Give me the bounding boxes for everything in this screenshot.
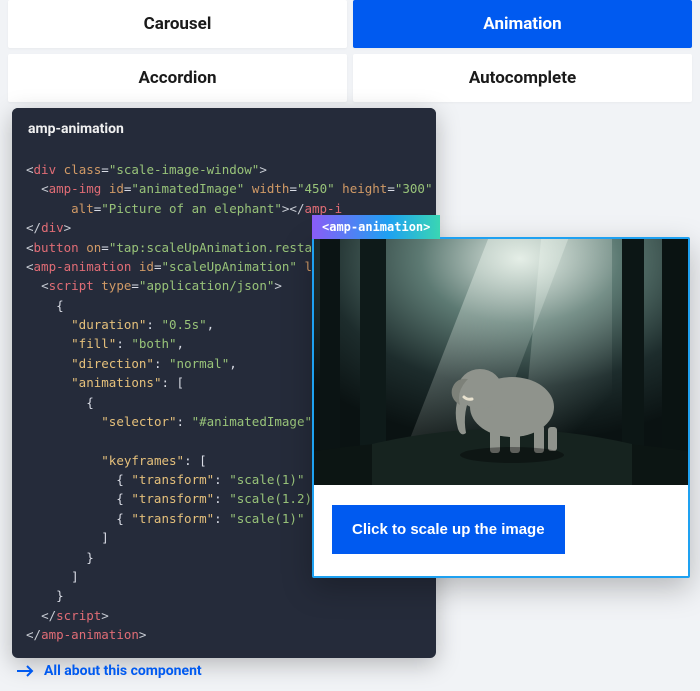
- code-panel-title: amp-animation: [12, 108, 436, 150]
- tab-autocomplete[interactable]: Autocomplete: [353, 54, 692, 102]
- preview-actions: Click to scale up the image: [314, 485, 688, 576]
- about-component-label: All about this component: [44, 663, 202, 679]
- component-tabs: Carousel Animation Accordion Autocomplet…: [0, 0, 700, 102]
- about-component-link[interactable]: All about this component: [16, 663, 202, 679]
- tab-animation[interactable]: Animation: [353, 0, 692, 48]
- preview-component-tag: <amp-animation>: [312, 215, 440, 239]
- tab-carousel[interactable]: Carousel: [8, 0, 347, 48]
- preview-panel: <amp-animation>: [312, 237, 690, 578]
- tab-accordion[interactable]: Accordion: [8, 54, 347, 102]
- arrow-right-icon: [16, 664, 34, 678]
- scale-up-button[interactable]: Click to scale up the image: [332, 505, 565, 554]
- animated-elephant-image: [314, 239, 688, 485]
